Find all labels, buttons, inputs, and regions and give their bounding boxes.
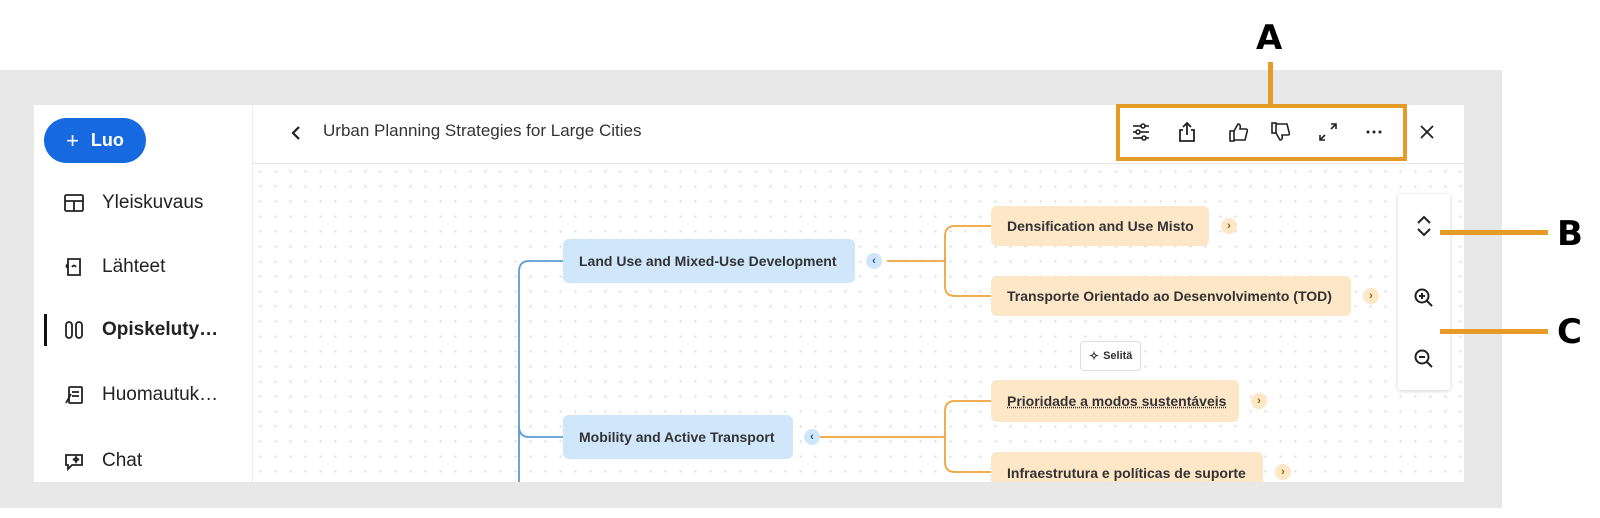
mindmap-connectors (518, 225, 991, 482)
node-label: Infraestrutura e políticas de suporte (1007, 465, 1246, 481)
close-button[interactable] (1413, 118, 1441, 146)
callout-a-box (1116, 104, 1407, 161)
sidebar-item-study-tools[interactable]: Opiskeluty… (34, 310, 252, 350)
node-label: Transporte Orientado ao Desenvolvimento … (1007, 288, 1332, 304)
chevron-left-icon (291, 126, 300, 140)
close-icon (1420, 125, 1434, 139)
node-label: Land Use and Mixed-Use Development (579, 253, 837, 269)
node-label: Densification and Use Misto (1007, 218, 1194, 234)
callout-c-label: C (1557, 312, 1582, 352)
zoom-controls (1398, 194, 1450, 390)
expand-collapse-icon (1417, 215, 1431, 237)
node-label: Mobility and Active Transport (579, 429, 775, 445)
sidebar-item-label: Chat (102, 450, 143, 471)
explain-button[interactable]: ✧ Selitä (1080, 341, 1142, 371)
expand-toggle[interactable]: › (1275, 464, 1291, 480)
sidebar-item-label: Huomautuk… (102, 384, 219, 405)
mindmap-node[interactable]: Mobility and Active Transport (563, 415, 793, 459)
sources-icon (62, 255, 86, 279)
back-button[interactable] (287, 121, 305, 145)
zoom-in-button[interactable] (1410, 284, 1438, 312)
callout-c-line (1440, 329, 1548, 334)
callout-b-label: B (1557, 214, 1583, 254)
sidebar-item-overview[interactable]: Yleiskuvaus (34, 183, 252, 223)
sidebar-item-label: Yleiskuvaus (102, 192, 204, 213)
mindmap-node[interactable]: Infraestrutura e políticas de suporte (991, 452, 1263, 482)
callout-a-line (1268, 62, 1273, 106)
mindmap-node[interactable]: Prioridade a modos sustentáveis (991, 380, 1239, 422)
layout-icon (62, 191, 86, 215)
zoom-out-button[interactable] (1410, 345, 1438, 373)
zoom-in-icon (1414, 288, 1433, 307)
expand-toggle[interactable]: › (1251, 393, 1267, 409)
mindmap-node[interactable]: Land Use and Mixed-Use Development (563, 239, 855, 283)
plus-icon: + (66, 127, 79, 153)
collapse-toggle[interactable]: ‹ (866, 253, 882, 269)
expand-toggle[interactable]: › (1363, 288, 1379, 304)
sidebar-item-label: Opiskeluty… (102, 319, 219, 340)
sidebar-item-sources[interactable]: Lähteet (34, 247, 252, 287)
zoom-out-icon (1414, 349, 1433, 368)
sidebar-item-notes[interactable]: Huomautuk… (34, 375, 252, 415)
create-button[interactable]: + Luo (44, 118, 146, 163)
expand-toggle[interactable]: › (1221, 218, 1237, 234)
sidebar-item-label: Lähteet (102, 256, 166, 277)
mindmap-node[interactable]: Transporte Orientado ao Desenvolvimento … (991, 276, 1351, 316)
page-title: Urban Planning Strategies for Large Citi… (323, 121, 642, 140)
study-tools-icon (62, 318, 86, 342)
notes-icon (62, 383, 86, 407)
create-button-label: Luo (90, 130, 124, 150)
mindmap-canvas[interactable]: Land Use and Mixed-Use Development ‹ Den… (253, 164, 1464, 482)
sparkle-icon: ✧ (1089, 349, 1100, 363)
explain-label: Selitä (1103, 350, 1133, 362)
active-indicator (44, 314, 47, 346)
chat-icon (62, 449, 86, 473)
mindmap-node[interactable]: Densification and Use Misto (991, 206, 1209, 246)
callout-a-label: A (1256, 18, 1283, 58)
sidebar-item-chat[interactable]: Chat (34, 441, 252, 481)
collapse-toggle[interactable]: ‹ (804, 429, 820, 445)
expand-collapse-button[interactable] (1410, 212, 1438, 240)
callout-b-line (1440, 230, 1548, 235)
sidebar: + Luo Yleiskuvaus Lähteet Opiskeluty… Hu… (34, 105, 252, 482)
node-label: Prioridade a modos sustentáveis (1007, 393, 1227, 409)
main-panel: Urban Planning Strategies for Large Citi… (252, 105, 1464, 482)
